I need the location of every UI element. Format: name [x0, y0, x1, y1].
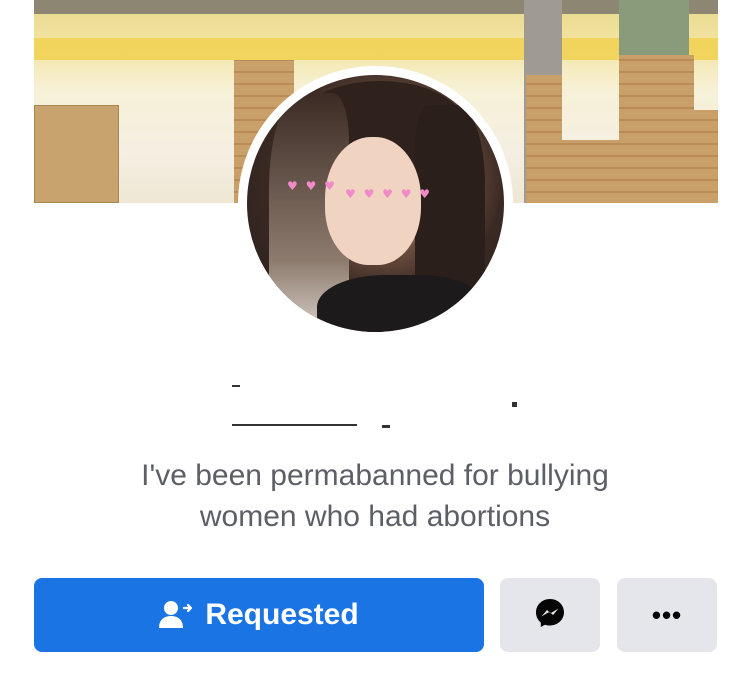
- cover-boxes: [694, 110, 718, 203]
- more-options-button[interactable]: •••: [617, 578, 717, 652]
- requested-label: Requested: [205, 598, 359, 631]
- cover-shelf: [34, 105, 119, 203]
- profile-bio: I've been permabanned for bullying women…: [0, 455, 750, 537]
- messenger-button[interactable]: [500, 578, 600, 652]
- messenger-icon: [534, 597, 566, 634]
- cover-wall-band: [34, 38, 718, 60]
- cover-boxes: [559, 140, 619, 203]
- cover-boxes: [619, 55, 694, 203]
- requested-button[interactable]: Requested: [34, 578, 484, 652]
- cover-pillar: [619, 0, 689, 60]
- add-friend-icon: [159, 600, 193, 630]
- bio-line: I've been permabanned for bullying: [141, 459, 609, 492]
- redacted-name: [232, 378, 532, 438]
- cover-ceiling: [34, 0, 718, 14]
- more-icon: •••: [651, 599, 683, 630]
- heart-stickers: ♥ ♥ ♥: [287, 179, 337, 193]
- cover-boxes: [526, 75, 562, 203]
- heart-stickers: ♥ ♥ ♥ ♥ ♥: [345, 187, 433, 201]
- profile-avatar[interactable]: ♥ ♥ ♥ ♥ ♥ ♥ ♥ ♥: [247, 75, 504, 332]
- bio-line: women who had abortions: [199, 500, 551, 533]
